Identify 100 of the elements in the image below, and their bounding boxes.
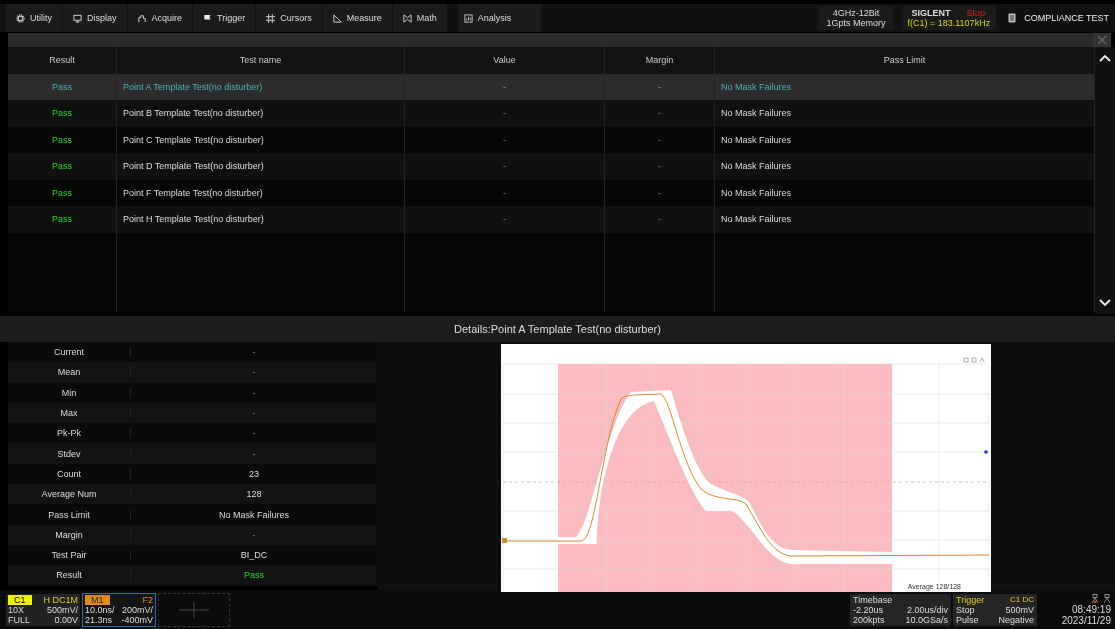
- function-text: F2: [142, 594, 153, 605]
- level-text: 500mV: [1005, 604, 1034, 615]
- document-icon: [1008, 13, 1017, 23]
- probe-text: 10X: [8, 604, 24, 615]
- detail-value: -: [251, 367, 257, 378]
- table-row[interactable]: Pass Point A Template Test(no disturber) - - No Mask Failures: [8, 73, 1095, 100]
- scale-text: 2.00us/div: [906, 604, 948, 615]
- timebase-panel[interactable]: Timebase -2.20us 2.00us/div 200kpts 10.0GSa/s: [850, 593, 951, 626]
- menu-tab[interactable]: Analysis: [457, 4, 543, 32]
- detail-label: Current: [8, 347, 131, 358]
- menu-tab[interactable]: Display: [63, 4, 128, 32]
- table-row[interactable]: Pass Point C Template Test(no disturber) - - No Mask Failures: [8, 126, 1095, 153]
- gear-icon: [16, 13, 25, 23]
- timebase-title: Timebase: [853, 594, 893, 605]
- column-header: Test name: [117, 47, 405, 74]
- table-cell: -: [405, 100, 605, 127]
- scale-text: 500mV/: [46, 604, 78, 615]
- detail-value: No Mask Failures: [218, 509, 290, 520]
- position-text: 21.3ns: [85, 614, 113, 625]
- close-icon: [1097, 35, 1107, 45]
- detail-label: Pass Limit: [8, 509, 131, 520]
- table-cell: -: [605, 153, 715, 180]
- chevron-down-icon: [1099, 299, 1111, 307]
- trigger-marker: [984, 450, 988, 454]
- menu-tab[interactable]: Cursors: [256, 4, 323, 32]
- clock-date: 2023/11/29: [1061, 614, 1111, 626]
- brand-logo: SIGLENT: [911, 8, 951, 18]
- column-header: Margin: [605, 47, 715, 74]
- slope-text: Negative: [998, 614, 1034, 625]
- bowtie-icon: [402, 13, 412, 23]
- math-label: M1: [85, 594, 110, 605]
- table-row[interactable]: Pass Point D Template Test(no disturber) - - No Mask Failures: [8, 153, 1095, 180]
- delay-text: -2.20us: [853, 604, 884, 615]
- table-cell: Point B Template Test(no disturber): [117, 100, 405, 127]
- table-row[interactable]: Pass Point B Template Test(no disturber) - - No Mask Failures: [8, 100, 1095, 127]
- detail-label: Test Pair: [8, 550, 131, 561]
- coupling-text: H DC1M: [43, 594, 78, 605]
- scale-text: 10.0ns/: [85, 604, 115, 615]
- table-cell: -: [605, 206, 715, 233]
- details-title: Details:Point A Template Test(no disturber): [454, 323, 661, 335]
- detail-label: Result: [8, 570, 131, 581]
- clock-time: 08:49:19: [1072, 603, 1111, 615]
- detail-value: 128: [245, 489, 263, 500]
- table-cell: Point H Template Test(no disturber): [117, 206, 405, 233]
- detail-label: Average Num: [8, 489, 131, 500]
- column-header: Result: [8, 47, 117, 74]
- network-icon: [1091, 593, 1111, 604]
- menu-tab[interactable]: Measure: [322, 4, 393, 32]
- channel-label: C1: [8, 594, 32, 605]
- channel-marker: [502, 538, 507, 543]
- app-title: COMPLIANCE TEST: [1024, 13, 1109, 23]
- menu-tab[interactable]: Math: [392, 4, 448, 32]
- plus-icon: [179, 601, 209, 618]
- chevron-up-icon: [1099, 54, 1111, 62]
- toolbar-icons: [963, 357, 985, 363]
- rate-text: 10.0GSa/s: [905, 614, 948, 625]
- offset-text: 0.00V: [54, 614, 78, 625]
- result-cell: Pass: [8, 153, 117, 180]
- menu-tab[interactable]: Acquire: [127, 4, 194, 32]
- trigger-panel[interactable]: Trigger C1 DC Stop 500mV Pulse Negative: [953, 593, 1037, 626]
- frequency-readout: f(C1) = 183.1107kHz: [907, 18, 991, 28]
- detail-label: Count: [8, 468, 131, 479]
- trigger-title: Trigger: [956, 594, 985, 605]
- detail-label: Pk-Pk: [8, 428, 131, 439]
- table-cell: -: [405, 206, 605, 233]
- detail-label: Max: [8, 408, 131, 419]
- table-cell: -: [605, 100, 715, 127]
- detail-value: -: [251, 408, 257, 419]
- result-cell: Pass: [8, 100, 117, 127]
- waveform-icon: [137, 13, 147, 23]
- points-text: 200kpts: [853, 614, 885, 625]
- detail-value: 23: [248, 468, 260, 479]
- grid-icon: [266, 13, 276, 23]
- detail-label: Min: [8, 387, 131, 398]
- detail-label: Margin: [8, 529, 131, 540]
- channel-panel[interactable]: C1 H DC1M 10X 500mV/ FULL 0.00V: [6, 593, 80, 626]
- table-row[interactable]: Pass Point F Template Test(no disturber) - - No Mask Failures: [8, 179, 1095, 206]
- bandwidth-text: FULL: [8, 614, 30, 625]
- detail-label: Mean: [8, 367, 131, 378]
- offset-text: -400mV: [121, 614, 153, 625]
- monitor-icon: [73, 13, 82, 23]
- column-header: Value: [405, 47, 605, 74]
- detail-label: Stdev: [8, 448, 131, 459]
- detail-value: -: [251, 347, 257, 358]
- chart-icon: [463, 13, 473, 23]
- detail-value: -: [251, 529, 257, 540]
- menu-tab[interactable]: Trigger: [193, 4, 257, 32]
- table-row[interactable]: Pass Point H Template Test(no disturber) - - No Mask Failures: [8, 206, 1095, 233]
- scale-text: 200mV/: [121, 604, 153, 615]
- source-text: C1 DC: [1010, 594, 1034, 605]
- table-cell: -: [405, 153, 605, 180]
- detail-value: -: [251, 428, 257, 439]
- result-cell: Pass: [8, 206, 117, 233]
- math-panel[interactable]: M1 F2 10.0ns/ 200mV/ 21.3ns -400mV: [82, 592, 156, 627]
- menu-tab[interactable]: Utility: [6, 4, 63, 32]
- detail-value: Pass: [243, 570, 265, 581]
- run-state: Stop: [966, 8, 986, 18]
- detail-value: -: [251, 448, 257, 459]
- spec-text: 4GHz-12Bit: [832, 8, 880, 18]
- trigger-state: Stop: [956, 604, 975, 615]
